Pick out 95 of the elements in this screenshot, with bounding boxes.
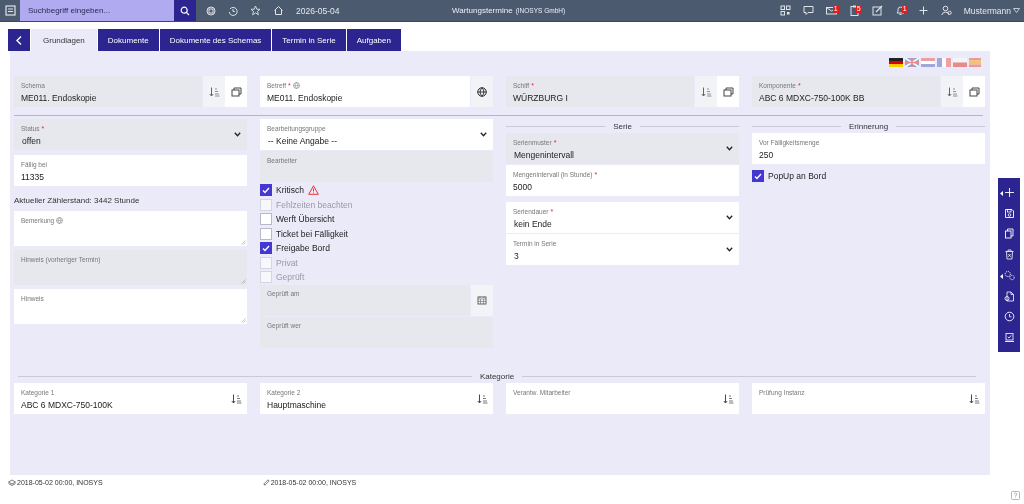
sort-icon — [968, 393, 980, 404]
section-heading: Erinnerung — [848, 121, 889, 131]
sort-icon — [722, 393, 734, 404]
meter-reading-text: Aktueller Zählerstand: 3442 Stunde — [14, 196, 141, 205]
caret-icon — [1013, 8, 1020, 13]
field-value: 11335 — [21, 172, 45, 182]
calendar-icon — [477, 295, 487, 305]
tab[interactable]: Dokumente des Schemas — [159, 29, 272, 51]
field-value: ABC 6 MDXC-750-100K BB — [759, 93, 866, 103]
field-value: 3 — [514, 251, 520, 261]
sort-icon — [700, 86, 712, 97]
history-icon[interactable] — [228, 5, 238, 16]
field-value: kein Ende — [514, 219, 553, 229]
checkbox-label: Geprüft — [276, 272, 305, 283]
clipboard-icon[interactable] — [848, 5, 860, 16]
section-heading: Kategorie — [479, 371, 515, 381]
calendar-button[interactable] — [471, 284, 493, 316]
field-value: ME011. Endoskopie — [267, 93, 344, 103]
field-value: Hauptmaschine — [267, 400, 328, 410]
field-value: 5000 — [513, 182, 533, 192]
globe-icon — [477, 86, 487, 97]
tab[interactable]: Termin in Serie — [272, 29, 346, 51]
field-value: ABC 6 MDXC-750-100K — [21, 400, 114, 410]
section-heading: Serie — [613, 121, 632, 131]
tab[interactable]: Aufgaben — [346, 29, 401, 51]
gears-icon[interactable] — [1003, 269, 1015, 281]
language-flags-drawing[interactable] — [889, 58, 981, 67]
delete-icon[interactable] — [1003, 249, 1015, 261]
resize-handle-icon[interactable] — [241, 240, 246, 245]
field-value: -- Keine Angabe -- — [268, 136, 338, 146]
checkbox[interactable] — [260, 184, 272, 197]
resize-handle-icon[interactable] — [241, 318, 246, 323]
globe-button[interactable] — [471, 76, 493, 107]
checkbox-label: Ticket bei Fälligkeit — [276, 228, 348, 239]
date-text: 2026-05-04 — [296, 5, 340, 16]
sort-icon — [230, 393, 242, 404]
tab[interactable]: Dokumente — [97, 29, 159, 51]
user-icon[interactable] — [940, 5, 952, 16]
qr-icon[interactable] — [779, 5, 791, 16]
open-button[interactable] — [717, 76, 739, 107]
checkbox[interactable] — [260, 213, 272, 226]
created-icon — [8, 478, 16, 486]
field-value: offen — [22, 136, 42, 146]
chevron-down-icon — [234, 132, 241, 137]
chevron-down-icon — [726, 247, 733, 252]
sort-icon — [208, 86, 220, 97]
checkbox[interactable] — [260, 242, 272, 255]
checkbox-label: Freigabe Bord — [276, 243, 330, 254]
user-menu[interactable]: Mustermann — [963, 5, 1020, 16]
window-title: Wartungstermine — [452, 6, 513, 15]
star-icon[interactable] — [250, 5, 261, 16]
chevron-left-icon — [16, 35, 22, 45]
sort-icon — [476, 393, 488, 404]
field-value: WÜRZBURG I — [513, 93, 569, 103]
field-value: 250 — [759, 150, 775, 160]
edit-icon[interactable] — [871, 5, 883, 16]
checkbox[interactable] — [752, 170, 764, 183]
chevron-down-icon — [726, 146, 733, 151]
checkbox-label: Kritisch — [276, 185, 304, 196]
menu-icon[interactable] — [5, 5, 16, 16]
plus-icon[interactable] — [917, 5, 929, 16]
document-icon[interactable] — [1003, 290, 1015, 302]
chevron-down-icon — [726, 215, 733, 220]
chip-icon[interactable] — [206, 5, 216, 16]
expand-icon[interactable] — [1000, 273, 1003, 279]
add-icon[interactable] — [1003, 186, 1015, 198]
sort-icon — [946, 86, 958, 97]
windows-icon — [968, 86, 980, 97]
approve-icon[interactable] — [1003, 332, 1015, 344]
expand-icon[interactable] — [1000, 190, 1003, 196]
copy-icon[interactable] — [1003, 228, 1015, 240]
bell-icon[interactable] — [894, 5, 906, 16]
clock-icon[interactable] — [1003, 311, 1015, 323]
checkbox[interactable] — [260, 227, 272, 240]
checkbox-label: Privat — [276, 257, 298, 268]
resize-handle-icon[interactable] — [241, 279, 246, 284]
save-icon[interactable] — [1003, 207, 1015, 219]
back-button[interactable] — [8, 29, 30, 51]
search-field[interactable]: Suchbegriff eingeben... — [20, 0, 174, 21]
windows-icon — [230, 86, 242, 97]
search-button[interactable] — [174, 0, 196, 21]
chevron-down-icon — [480, 132, 487, 137]
tab[interactable]: Grundlagen — [31, 29, 97, 51]
open-button[interactable] — [225, 76, 247, 107]
checkbox-label: PopUp an Bord — [768, 171, 827, 182]
field-value: ME011. Endoskopie — [21, 93, 98, 103]
pencil-icon — [262, 478, 270, 486]
checkbox-label: Fehlzeiten beachten — [276, 199, 353, 210]
checkbox-label: Werft Übersicht — [276, 214, 335, 225]
home-icon[interactable] — [273, 5, 284, 16]
windows-icon — [722, 86, 734, 97]
field-value: Mengenintervall — [514, 150, 575, 160]
search-icon — [180, 5, 190, 16]
chat-icon[interactable] — [802, 5, 814, 16]
open-button[interactable] — [963, 76, 985, 107]
